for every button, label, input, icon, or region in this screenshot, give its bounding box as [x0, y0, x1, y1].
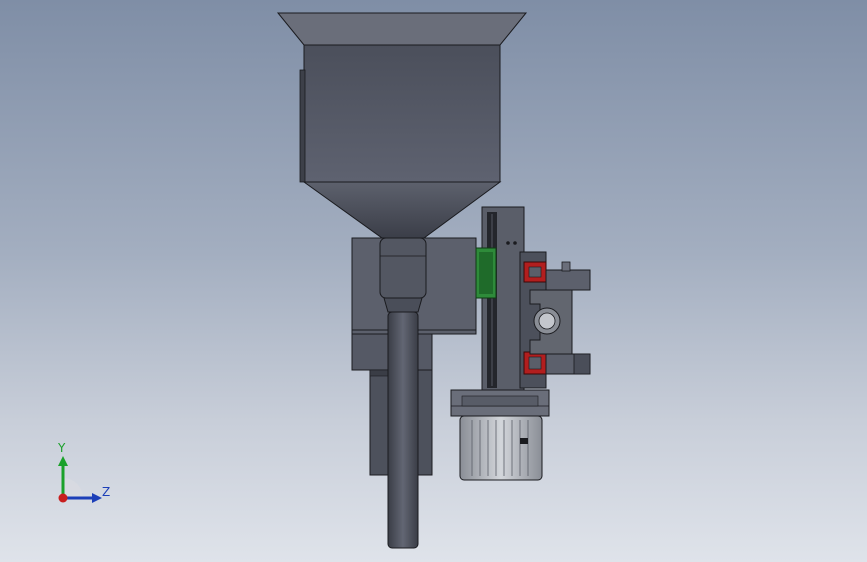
axis-y-label: Y: [58, 441, 66, 455]
orientation-triad[interactable]: Y Z: [40, 438, 120, 512]
nozzle-collar: [379, 237, 427, 299]
hopper[interactable]: [276, 12, 528, 239]
dosing-tube: [387, 311, 419, 549]
hopper-cone: [302, 181, 502, 239]
axis-z-label: Z: [102, 485, 111, 499]
upper-seal: [523, 261, 547, 283]
3d-viewport[interactable]: Y Z: [0, 0, 867, 562]
hopper-side-strip: [299, 69, 306, 183]
cad-model[interactable]: [0, 0, 867, 562]
lower-seal: [523, 351, 547, 375]
triad-axes: [58, 456, 102, 503]
hopper-box: [303, 44, 501, 183]
hopper-top-flange: [276, 12, 528, 46]
linear-rail-assembly[interactable]: [475, 206, 591, 391]
drive-motor[interactable]: [450, 389, 550, 481]
